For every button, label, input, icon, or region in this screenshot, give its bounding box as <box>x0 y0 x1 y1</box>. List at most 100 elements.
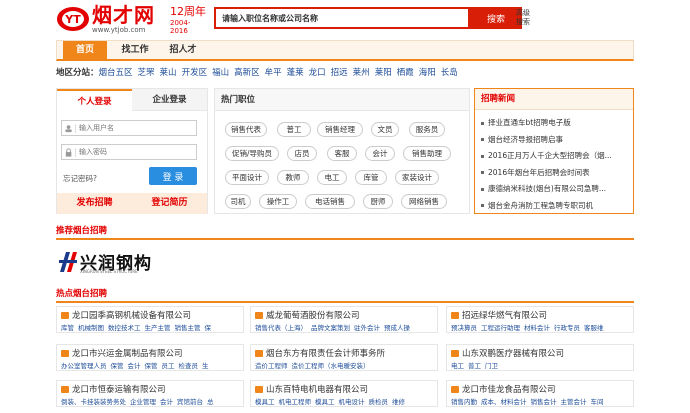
region-link[interactable]: 芝罘 <box>138 68 155 78</box>
region-link[interactable]: 龙口 <box>309 68 326 78</box>
company-job-link[interactable]: 会计 <box>160 398 173 406</box>
hot-job-tag[interactable]: 厨师 <box>363 194 393 209</box>
company-job-link[interactable]: 办公室管理人员 <box>61 362 107 370</box>
hot-job-tag[interactable]: 会计 <box>365 146 395 161</box>
site-logo[interactable]: YT 烟才网 12周年 2004-2016 www.ytjob.com <box>56 4 206 35</box>
password-field[interactable] <box>61 144 197 160</box>
region-link[interactable]: 牟平 <box>265 68 282 78</box>
hot-job-tag[interactable]: 操作工 <box>259 194 297 209</box>
company-job-link[interactable]: 数控技术工 <box>108 324 141 332</box>
hot-job-tag[interactable]: 司机 <box>225 194 251 209</box>
company-job-link[interactable]: 检查员 <box>179 362 199 370</box>
region-link[interactable]: 莱山 <box>160 68 177 78</box>
news-item[interactable]: 2016年烟台年后招聘会时间表 <box>481 167 631 179</box>
hot-job-tag[interactable]: 教师 <box>277 170 309 185</box>
news-item[interactable]: 择业直通车bt招聘电子版 <box>481 117 631 129</box>
hot-job-tag[interactable]: 家装设计 <box>395 170 439 185</box>
company-job-link[interactable]: 客服维 <box>584 324 604 332</box>
hot-job-tag[interactable]: 促销/导购员 <box>225 146 279 161</box>
region-link[interactable]: 烟台五区 <box>99 68 133 78</box>
company-job-link[interactable]: 普工 <box>468 362 481 370</box>
company-job-link[interactable]: 机电设计 <box>339 398 365 406</box>
company-job-link[interactable]: 倒装、卡挂装装势务处 <box>61 398 126 406</box>
company-job-link[interactable]: 员工 <box>162 362 175 370</box>
hot-job-tag[interactable]: 库管 <box>355 170 387 185</box>
company-job-link[interactable]: 机电工程师 <box>279 398 312 406</box>
region-link[interactable]: 蓬莱 <box>287 68 304 78</box>
company-job-link[interactable]: 成本、材料会计 <box>481 398 527 406</box>
company-job-link[interactable]: 模具工 <box>255 398 275 406</box>
hot-job-tag[interactable]: 销售助理 <box>403 146 451 161</box>
company-job-link[interactable]: 维修 <box>392 398 405 406</box>
nav-item-find-job[interactable]: 找工作 <box>113 41 157 60</box>
company-job-link[interactable]: 门卫 <box>485 362 498 370</box>
company-job-link[interactable]: 行政专员 <box>554 324 580 332</box>
news-item[interactable]: 2016正月万人千企大型招聘会（烟... <box>481 150 631 162</box>
company-name[interactable]: 威龙葡萄酒股份有限公司 <box>255 309 360 321</box>
region-link[interactable]: 开发区 <box>182 68 208 78</box>
hot-job-tag[interactable]: 电工 <box>317 170 347 185</box>
hot-job-tag[interactable]: 店员 <box>287 146 317 161</box>
region-link[interactable]: 福山 <box>212 68 229 78</box>
company-job-link[interactable]: 销售代表（上海） <box>255 324 307 332</box>
company-job-link[interactable]: 预成人操 <box>384 324 410 332</box>
region-link[interactable]: 招远 <box>331 68 348 78</box>
nav-item-find-talent[interactable]: 招人才 <box>161 41 205 60</box>
company-job-link[interactable]: 销售内勤 <box>451 398 477 406</box>
company-job-link[interactable]: 销售会计 <box>531 398 557 406</box>
hot-job-tag[interactable]: 网络销售 <box>401 194 447 209</box>
company-name[interactable]: 招远绿华燃气有限公司 <box>451 309 547 321</box>
company-job-link[interactable]: 保 <box>205 324 212 332</box>
news-item[interactable]: 烟台金舟消防工程急聘专职司机 <box>481 200 631 212</box>
region-link[interactable]: 栖霞 <box>397 68 414 78</box>
region-link[interactable]: 莱阳 <box>375 68 392 78</box>
company-name[interactable]: 龙口市恒泰运输有限公司 <box>61 383 166 395</box>
company-job-link[interactable]: 总 <box>207 398 214 406</box>
password-input[interactable] <box>79 146 194 158</box>
tab-company-login[interactable]: 企业登录 <box>132 89 207 111</box>
region-link[interactable]: 高新区 <box>234 68 260 78</box>
login-button[interactable]: 登 录 <box>149 167 197 185</box>
company-job-link[interactable]: 主管会计 <box>561 398 587 406</box>
hot-job-tag[interactable]: 销售代表 <box>225 122 267 137</box>
hot-job-tag[interactable]: 平面设计 <box>225 170 269 185</box>
forgot-password-link[interactable]: 忘记密码? <box>63 173 97 184</box>
company-job-link[interactable]: 工程运行助理 <box>481 324 520 332</box>
company-job-link[interactable]: 机械制图 <box>78 324 104 332</box>
company-job-link[interactable]: 会计 <box>128 362 141 370</box>
hot-job-tag[interactable]: 电话销售 <box>305 194 355 209</box>
username-input[interactable] <box>79 122 194 134</box>
company-job-link[interactable]: 造价工程师 <box>255 362 288 370</box>
featured-company-logo[interactable]: 兴润钢构 XINGRUN STEEL STRUCTURE <box>58 248 158 276</box>
hot-job-tag[interactable]: 普工 <box>277 122 311 137</box>
company-job-link[interactable]: 车间 <box>591 398 604 406</box>
company-job-link[interactable]: 保管 <box>111 362 124 370</box>
company-job-link[interactable]: 预决算员 <box>451 324 477 332</box>
company-job-link[interactable]: 造价工程师（水电暖安装） <box>292 362 370 370</box>
news-item[interactable]: 烟台经济导报招聘启事 <box>481 134 631 146</box>
hot-job-tag[interactable]: 文员 <box>371 122 399 137</box>
company-job-link[interactable]: 质检员 <box>369 398 389 406</box>
hot-job-tag[interactable]: 销售经理 <box>317 122 363 137</box>
register-resume-button[interactable]: 登记简历 <box>132 193 207 214</box>
hot-job-tag[interactable]: 服务员 <box>409 122 445 137</box>
company-job-link[interactable]: 驻外会计 <box>354 324 380 332</box>
company-job-link[interactable]: 保管 <box>145 362 158 370</box>
news-item[interactable]: 康德纳米科技(烟台)有限公司急聘... <box>481 183 631 195</box>
company-job-link[interactable]: 销售主管 <box>175 324 201 332</box>
company-job-link[interactable]: 生产主管 <box>145 324 171 332</box>
company-job-link[interactable]: 材料会计 <box>524 324 550 332</box>
company-job-link[interactable]: 电工 <box>451 362 464 370</box>
company-job-link[interactable]: 企业管理 <box>130 398 156 406</box>
company-name[interactable]: 山东百特电机电器有限公司 <box>255 383 368 395</box>
search-button[interactable]: 搜索 <box>470 7 522 29</box>
company-job-link[interactable]: 宾馆前台 <box>177 398 203 406</box>
company-name[interactable]: 龙口市佳龙食品有限公司 <box>451 383 556 395</box>
search-input[interactable] <box>214 7 470 29</box>
company-name[interactable]: 龙口市兴运金属制品有限公司 <box>61 347 183 359</box>
nav-item-home[interactable]: 首页 <box>63 41 107 60</box>
company-job-link[interactable]: 模具工 <box>315 398 335 406</box>
company-name[interactable]: 山东双鹏医疗器械有限公司 <box>451 347 564 359</box>
company-job-link[interactable]: 生 <box>202 362 209 370</box>
company-job-link[interactable]: 品牌文案策划 <box>311 324 350 332</box>
